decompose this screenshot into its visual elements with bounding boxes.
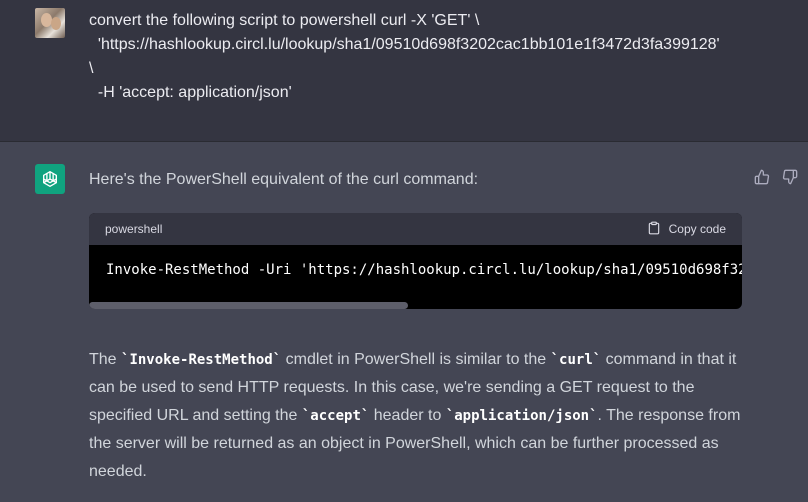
- code-block: powershell Copy code Invoke-RestMethod -…: [89, 213, 742, 309]
- explanation-text: header to: [369, 407, 446, 424]
- user-message-line: convert the following script to powershe…: [89, 12, 480, 29]
- code-header: powershell Copy code: [89, 213, 742, 245]
- clipboard-icon: [647, 220, 661, 239]
- user-message-line: -H 'accept: application/json': [89, 84, 292, 101]
- explanation-text: cmdlet in PowerShell is similar to the: [281, 351, 551, 368]
- assistant-explanation: The `Invoke-RestMethod` cmdlet in PowerS…: [89, 346, 754, 486]
- code-body[interactable]: Invoke-RestMethod -Uri 'https://hashlook…: [89, 245, 742, 309]
- explanation-text: The: [89, 351, 122, 368]
- thumbs-up-icon[interactable]: [753, 168, 771, 186]
- user-message: convert the following script to powershe…: [0, 0, 808, 142]
- inline-code: `curl`: [550, 352, 602, 368]
- thumbs-down-icon[interactable]: [781, 168, 799, 186]
- user-message-line: \: [89, 60, 94, 77]
- user-message-line: 'https://hashlookup.circl.lu/lookup/sha1…: [89, 36, 720, 53]
- inline-code: `application/json`: [445, 408, 598, 424]
- inline-code: `accept`: [301, 408, 370, 424]
- assistant-message: Here's the PowerShell equivalent of the …: [0, 142, 808, 502]
- copy-code-label: Copy code: [668, 222, 726, 236]
- code-line: Invoke-RestMethod -Uri 'https://hashlook…: [106, 262, 742, 278]
- openai-logo-icon: [35, 164, 65, 194]
- user-avatar: [35, 8, 65, 38]
- inline-code: `Invoke-RestMethod`: [121, 352, 282, 368]
- user-message-text: convert the following script to powershe…: [89, 9, 779, 105]
- copy-code-button[interactable]: Copy code: [647, 220, 726, 239]
- code-language-label: powershell: [105, 222, 163, 236]
- horizontal-scrollbar[interactable]: [89, 302, 408, 309]
- assistant-intro: Here's the PowerShell equivalent of the …: [89, 171, 479, 188]
